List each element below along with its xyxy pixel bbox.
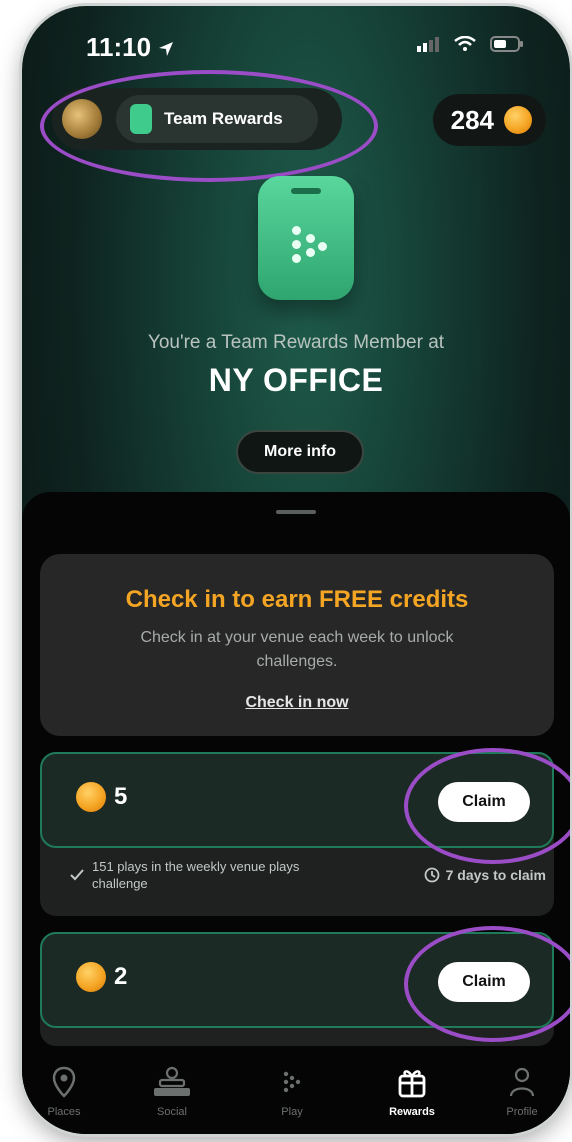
deadline-text: 7 days to claim <box>445 867 546 883</box>
coin-icon <box>76 962 106 992</box>
team-rewards-hero-icon <box>258 176 354 300</box>
gift-icon <box>398 1070 426 1098</box>
reward-details: 151 plays in the weekly venue plays chal… <box>70 858 546 892</box>
nav-label: Places <box>47 1106 81 1118</box>
status-time: 11:10 <box>86 32 174 63</box>
check-icon <box>70 869 84 881</box>
clock-icon <box>424 867 440 883</box>
annotation-circle <box>404 926 570 1042</box>
phone-screen: 11:10 Team Rewards 284 You're a Team Rew… <box>22 6 570 1134</box>
status-time-text: 11:10 <box>86 32 152 62</box>
sheet-handle[interactable] <box>276 510 316 514</box>
reward-amount: 5 <box>76 782 127 812</box>
reward-amount-value: 5 <box>114 783 128 810</box>
bottom-nav: Places Social Play Rewards Profile <box>22 1046 570 1134</box>
member-text: You're a Team Rewards Member at <box>147 332 445 353</box>
nav-label: Rewards <box>389 1106 435 1118</box>
checkin-title: Check in to earn FREE credits <box>125 586 469 613</box>
status-icons <box>416 36 524 52</box>
nav-social[interactable]: Social <box>122 1066 222 1118</box>
battery-icon <box>490 36 523 52</box>
nav-places[interactable]: Places <box>22 1066 114 1118</box>
nav-label: Play <box>281 1106 303 1118</box>
annotation-circle <box>404 748 570 864</box>
coin-icon <box>504 106 532 134</box>
play-dots-icon <box>283 1071 301 1093</box>
more-info-button[interactable]: More info <box>236 430 364 474</box>
nav-label: Profile <box>506 1106 538 1118</box>
signal-icon <box>417 37 439 52</box>
credits-balance[interactable]: 284 <box>432 94 546 146</box>
reward-amount: 2 <box>76 962 127 992</box>
person-icon <box>509 1067 535 1097</box>
coin-icon <box>76 782 106 812</box>
nav-label: Social <box>157 1106 187 1118</box>
annotation-circle <box>40 70 378 182</box>
nav-profile[interactable]: Profile <box>472 1066 570 1118</box>
reward-amount-value: 2 <box>114 963 128 990</box>
office-name: NY OFFICE <box>208 362 384 398</box>
nav-rewards[interactable]: Rewards <box>362 1066 462 1118</box>
credits-count: 284 <box>450 104 494 135</box>
wifi-icon <box>454 36 476 51</box>
location-arrow-icon <box>159 42 174 57</box>
checkin-now-link[interactable]: Check in now <box>40 694 554 712</box>
social-icon <box>154 1066 190 1096</box>
challenge-text: 151 plays in the weekly venue plays chal… <box>92 859 300 891</box>
checkin-subtitle: Check in at your venue each week to unlo… <box>140 629 454 670</box>
checkin-card: Check in to earn FREE credits Check in a… <box>40 554 554 736</box>
nav-play[interactable]: Play <box>242 1066 342 1118</box>
map-pin-icon <box>52 1066 76 1098</box>
